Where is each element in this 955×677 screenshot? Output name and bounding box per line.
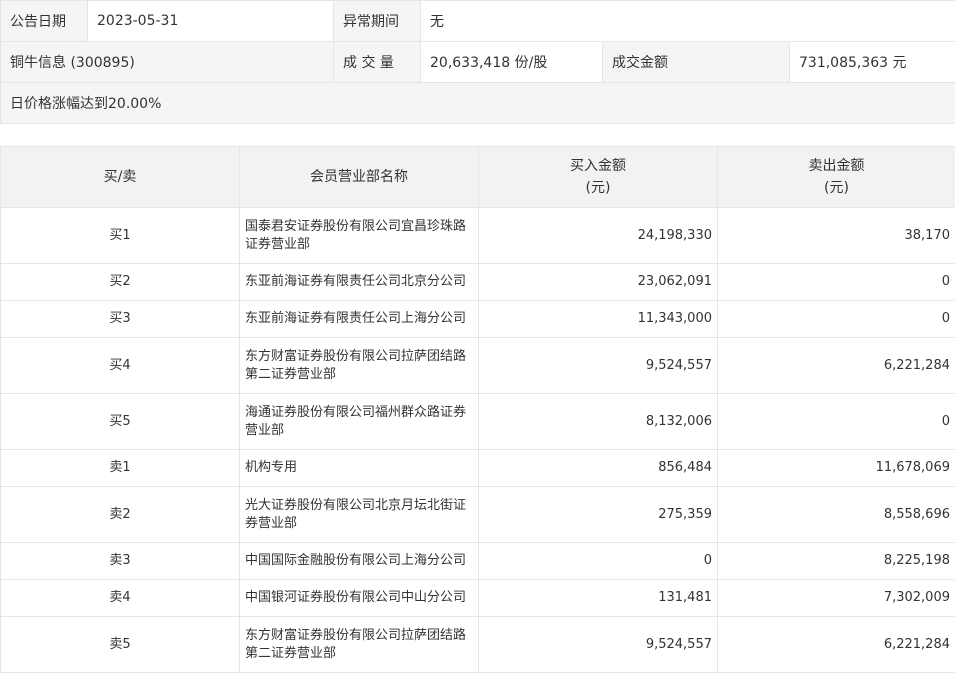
stock-name: 铜牛信息 (300895)	[0, 41, 334, 83]
row-sell-amount: 0	[717, 300, 955, 338]
row-member-name: 中国银河证券股份有限公司中山分公司	[239, 579, 479, 617]
header-sell-amount-unit: (元)	[824, 180, 849, 196]
row-sell-amount: 7,302,009	[717, 579, 955, 617]
row-member-name: 东亚前海证券有限责任公司上海分公司	[239, 300, 479, 338]
row-side: 买5	[0, 393, 240, 450]
abnormal-period-value: 无	[420, 0, 955, 42]
header-sell-amount: 卖出金额 (元)	[717, 146, 955, 208]
row-sell-amount: 0	[717, 393, 955, 450]
header-buy-amount-unit: (元)	[585, 180, 611, 196]
row-member-name: 机构专用	[239, 449, 479, 487]
table-row: 买3 东亚前海证券有限责任公司上海分公司 11,343,000 0	[0, 300, 955, 338]
table-row: 买5 海通证券股份有限公司福州群众路证券营业部 8,132,006 0	[0, 393, 955, 450]
table-row: 买4 东方财富证券股份有限公司拉萨团结路第二证券营业部 9,524,557 6,…	[0, 337, 955, 394]
row-side: 买3	[0, 300, 240, 338]
table-row: 卖5 东方财富证券股份有限公司拉萨团结路第二证券营业部 9,524,557 6,…	[0, 616, 955, 673]
info-row-volume: 铜牛信息 (300895) 成 交 量 20,633,418 份/股 成交金额 …	[0, 41, 955, 83]
info-row-date: 公告日期 2023-05-31 异常期间 无	[0, 0, 955, 42]
header-sell-amount-title: 卖出金额	[808, 158, 865, 174]
row-member-name: 东方财富证券股份有限公司拉萨团结路第二证券营业部	[239, 337, 479, 394]
volume-value: 20,633,418 份/股	[420, 41, 603, 83]
abnormal-period-label: 异常期间	[333, 0, 421, 42]
row-buy-amount: 856,484	[478, 449, 718, 487]
row-buy-amount: 11,343,000	[478, 300, 718, 338]
table-row: 卖3 中国国际金融股份有限公司上海分公司 0 8,225,198	[0, 542, 955, 580]
amount-value: 731,085,363 元	[789, 41, 955, 83]
row-member-name: 东方财富证券股份有限公司拉萨团结路第二证券营业部	[239, 616, 479, 673]
row-buy-amount: 24,198,330	[478, 207, 718, 264]
row-side: 买4	[0, 337, 240, 394]
header-member: 会员营业部名称	[239, 146, 479, 208]
row-side: 卖2	[0, 486, 240, 543]
announce-date-label: 公告日期	[0, 0, 88, 42]
row-member-name: 海通证券股份有限公司福州群众路证券营业部	[239, 393, 479, 450]
info-row-reason: 日价格涨幅达到20.00%	[0, 82, 955, 124]
row-sell-amount: 6,221,284	[717, 337, 955, 394]
table-row: 卖1 机构专用 856,484 11,678,069	[0, 449, 955, 487]
row-buy-amount: 8,132,006	[478, 393, 718, 450]
row-sell-amount: 8,558,696	[717, 486, 955, 543]
table-row: 卖4 中国银河证券股份有限公司中山分公司 131,481 7,302,009	[0, 579, 955, 617]
table-row: 买1 国泰君安证券股份有限公司宜昌珍珠路证券营业部 24,198,330 38,…	[0, 207, 955, 264]
row-buy-amount: 0	[478, 542, 718, 580]
row-member-name: 国泰君安证券股份有限公司宜昌珍珠路证券营业部	[239, 207, 479, 264]
row-sell-amount: 0	[717, 263, 955, 301]
row-side: 买1	[0, 207, 240, 264]
header-buy-amount-title: 买入金额	[570, 158, 626, 174]
row-member-name: 东亚前海证券有限责任公司北京分公司	[239, 263, 479, 301]
row-side: 卖1	[0, 449, 240, 487]
table-row: 卖2 光大证券股份有限公司北京月坛北街证券营业部 275,359 8,558,6…	[0, 486, 955, 543]
row-sell-amount: 6,221,284	[717, 616, 955, 673]
row-buy-amount: 23,062,091	[478, 263, 718, 301]
trading-seats-table: 买/卖 会员营业部名称 买入金额 (元) 卖出金额 (元) 买1 国泰君安证券股…	[0, 146, 955, 673]
announcement-info-table: 公告日期 2023-05-31 异常期间 无 铜牛信息 (300895) 成 交…	[0, 0, 955, 124]
row-member-name: 中国国际金融股份有限公司上海分公司	[239, 542, 479, 580]
row-side: 卖3	[0, 542, 240, 580]
announce-date-value: 2023-05-31	[87, 0, 334, 42]
amount-label: 成交金额	[602, 41, 790, 83]
table-header-row: 买/卖 会员营业部名称 买入金额 (元) 卖出金额 (元)	[0, 146, 955, 208]
row-side: 卖4	[0, 579, 240, 617]
row-sell-amount: 11,678,069	[717, 449, 955, 487]
row-side: 卖5	[0, 616, 240, 673]
header-side: 买/卖	[0, 146, 240, 208]
row-side: 买2	[0, 263, 240, 301]
row-sell-amount: 8,225,198	[717, 542, 955, 580]
row-member-name: 光大证券股份有限公司北京月坛北街证券营业部	[239, 486, 479, 543]
header-buy-amount: 买入金额 (元)	[478, 146, 718, 208]
row-buy-amount: 9,524,557	[478, 616, 718, 673]
row-sell-amount: 38,170	[717, 207, 955, 264]
row-buy-amount: 9,524,557	[478, 337, 718, 394]
volume-label: 成 交 量	[333, 41, 421, 83]
table-row: 买2 东亚前海证券有限责任公司北京分公司 23,062,091 0	[0, 263, 955, 301]
row-buy-amount: 275,359	[478, 486, 718, 543]
listing-reason: 日价格涨幅达到20.00%	[0, 82, 955, 124]
row-buy-amount: 131,481	[478, 579, 718, 617]
